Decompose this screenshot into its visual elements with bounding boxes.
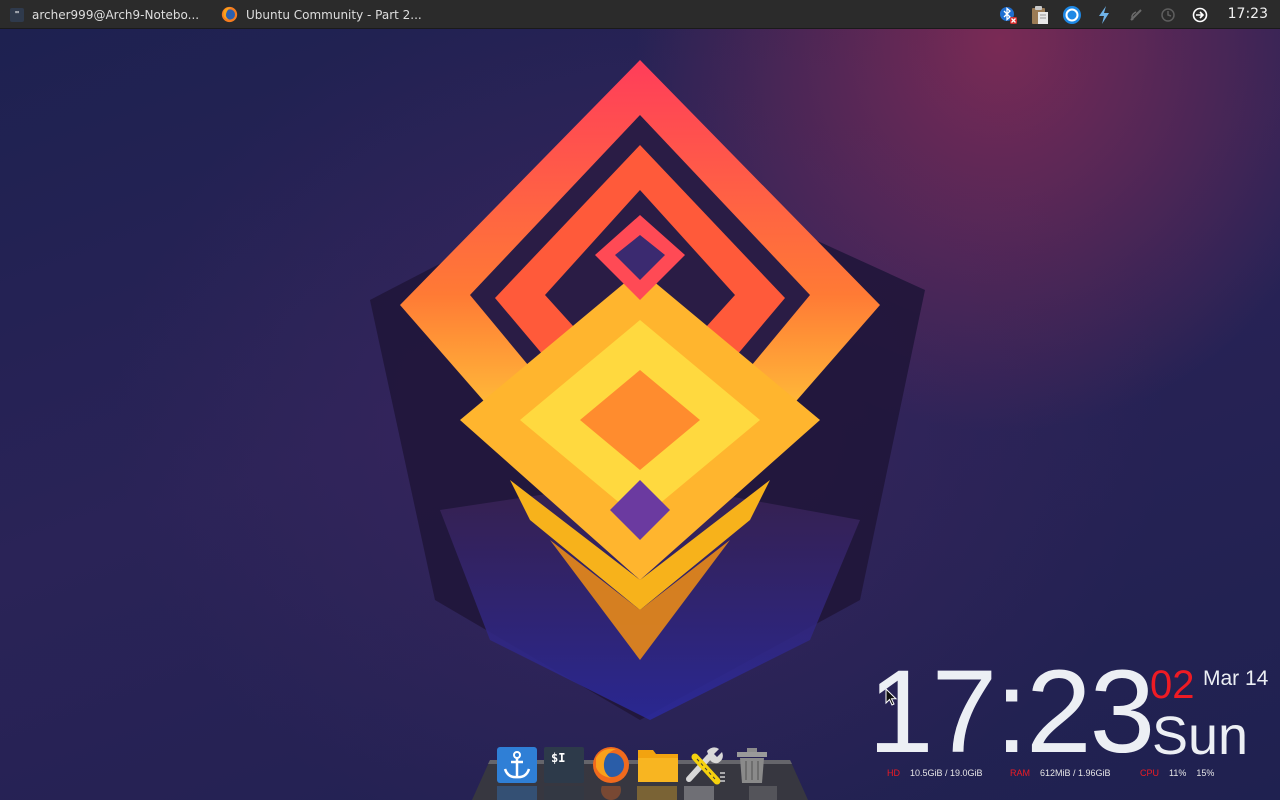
logout-icon[interactable] [1184, 0, 1216, 29]
folder-icon [637, 750, 678, 782]
settings-tools-icon [685, 747, 725, 785]
dock-item-files[interactable] [635, 744, 680, 786]
stat-cpu-value-1: 11% [1169, 768, 1187, 778]
taskbar-item-terminal[interactable]: " archer999@Arch9-Notebo... [10, 0, 199, 29]
anchor-icon [496, 747, 537, 783]
dock-item-settings[interactable] [682, 744, 727, 786]
dock-item-trash[interactable] [729, 744, 774, 786]
system-tray [992, 0, 1216, 29]
firefox-icon [592, 747, 629, 783]
terminal-icon: $I [543, 747, 584, 783]
stat-hd-value: 10.5GiB / 19.0GiB [910, 768, 983, 778]
taskbar-item-label: archer999@Arch9-Notebo... [32, 7, 200, 22]
dock-item-firefox[interactable] [588, 744, 633, 786]
stat-cpu-value-2: 15% [1196, 768, 1215, 778]
stat-cpu: CPU 11% 15% [1140, 766, 1214, 780]
dock-item-anchor[interactable] [494, 744, 539, 786]
dock-item-terminal[interactable]: $I [541, 744, 586, 786]
firefox-icon [221, 6, 238, 23]
bluetooth-disabled-icon[interactable] [992, 0, 1024, 29]
stat-ram-value: 612MiB / 1.96GiB [1040, 768, 1111, 778]
stat-cpu-label: CPU [1140, 768, 1160, 778]
trash-icon [736, 748, 767, 783]
dock-reflection [497, 786, 777, 800]
panel-clock[interactable]: 17:23 [1228, 0, 1268, 29]
dock-terminal-text: $I [551, 751, 565, 765]
top-panel: " archer999@Arch9-Notebo... Ubuntu Commu… [0, 0, 1280, 29]
taskbar-item-label: Ubuntu Community - Part 2... [246, 7, 422, 22]
stat-ram-label: RAM [1010, 768, 1030, 778]
clipboard-icon[interactable] [1024, 0, 1056, 29]
terminal-icon: " [10, 7, 24, 22]
power-icon[interactable] [1088, 0, 1120, 29]
redshift-icon[interactable] [1120, 0, 1152, 29]
wallpaper-artwork [370, 60, 925, 720]
stat-ram: RAM 612MiB / 1.96GiB [1010, 766, 1111, 780]
widget-weekday: Sun [1152, 706, 1249, 766]
stat-hd: HD 10.5GiB / 19.0GiB [887, 766, 983, 780]
update-icon[interactable] [1152, 0, 1184, 29]
taskbar-item-firefox[interactable]: Ubuntu Community - Part 2... [221, 0, 422, 29]
widget-date: Mar 14 [1203, 667, 1269, 690]
widget-seconds: 02 [1150, 663, 1195, 707]
stat-hd-label: HD [887, 768, 900, 778]
widget-time: 17:23 [868, 646, 1155, 778]
network-icon[interactable] [1056, 0, 1088, 29]
dock: $I [494, 744, 774, 786]
